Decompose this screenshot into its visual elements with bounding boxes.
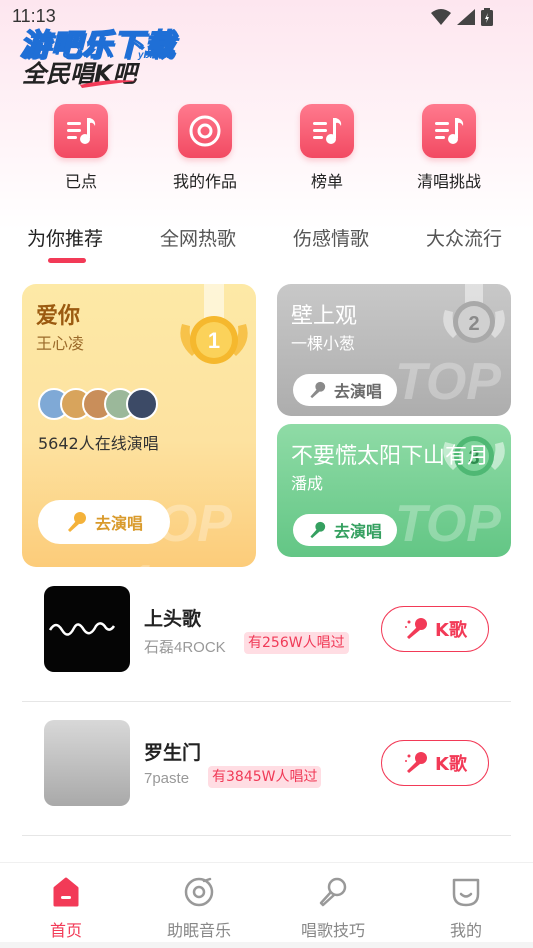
title-swoosh-decoration — [80, 80, 136, 88]
tab-recommended[interactable]: 为你推荐 — [27, 224, 103, 251]
microphone-icon — [273, 875, 393, 909]
tab-sad-songs[interactable]: 伤感情歌 — [293, 224, 369, 251]
microphone-icon — [310, 381, 326, 399]
song-title: 罗生门 — [144, 742, 202, 764]
song-artist: 7paste — [144, 770, 190, 787]
karaoke-button[interactable]: K歌 — [381, 740, 489, 786]
active-tab-indicator — [48, 258, 86, 263]
sing-now-button[interactable]: 去演唱 — [293, 514, 397, 546]
quick-action-label: 榜单 — [310, 172, 343, 191]
home-icon — [6, 875, 126, 909]
microphone-icon — [405, 618, 428, 639]
record-disc-icon — [178, 104, 232, 158]
silver-medal-icon: 2 — [443, 284, 505, 343]
song-title: 上头歌 — [144, 608, 202, 630]
nav-home[interactable]: 首页 — [6, 875, 126, 941]
battery-icon — [481, 8, 493, 26]
medal-rank: 2 — [468, 313, 479, 335]
category-tabs: 为你推荐 全网热歌 伤感情歌 大众流行 — [0, 218, 533, 268]
sing-now-label: 去演唱 — [333, 522, 382, 541]
profile-icon — [406, 875, 526, 909]
sing-now-button[interactable]: 去演唱 — [293, 374, 397, 406]
nav-label: 首页 — [49, 921, 82, 940]
sing-now-label: 去演唱 — [333, 382, 382, 401]
gold-medal-icon: 1 — [180, 284, 248, 364]
tab-hot-songs[interactable]: 全网热歌 — [160, 224, 236, 251]
top1-song-card[interactable]: TOP 1 1 爱你 王心凌 5642人在线演唱 去演唱 — [22, 284, 256, 567]
microphone-icon — [67, 512, 86, 532]
karaoke-button[interactable]: K歌 — [381, 606, 489, 652]
nav-profile[interactable]: 我的 — [406, 875, 526, 941]
signal-icon — [457, 9, 475, 25]
song-list-item[interactable]: 罗生门 7paste 有3845W人唱过 K歌 — [22, 702, 511, 836]
quick-action-my-works[interactable]: 我的作品 — [150, 104, 260, 192]
card-song-artist: 潘成 — [291, 474, 324, 493]
card-song-title: 不要慌太阳下山有月 — [291, 444, 490, 469]
music-list-icon — [54, 104, 108, 158]
quick-action-queued[interactable]: 已点 — [26, 104, 136, 192]
nav-singing-tips[interactable]: 唱歌技巧 — [273, 875, 393, 941]
song-cover-image — [44, 586, 130, 672]
nav-label: 唱歌技巧 — [300, 921, 365, 940]
quick-action-label: 清唱挑战 — [416, 172, 481, 191]
microphone-icon — [405, 752, 428, 773]
tab-popular[interactable]: 大众流行 — [426, 224, 502, 251]
status-icons — [431, 8, 493, 26]
quick-action-label: 已点 — [64, 172, 97, 191]
quick-action-label: 我的作品 — [172, 172, 237, 191]
music-list-icon — [300, 104, 354, 158]
sing-now-button[interactable]: 去演唱 — [38, 500, 170, 544]
nav-label: 助眠音乐 — [166, 921, 231, 940]
card-bg-text: TOP 2 — [395, 353, 500, 416]
quick-actions: 已点 我的作品 榜单 清唱挑战 — [0, 104, 533, 196]
card-song-title: 爱你 — [36, 304, 81, 329]
online-singers-avatars — [38, 388, 168, 422]
song-cover-image — [44, 720, 130, 806]
microphone-icon — [310, 521, 326, 539]
card-song-title: 壁上观 — [291, 304, 358, 329]
avatar — [126, 388, 158, 420]
home-indicator-bar — [0, 942, 533, 948]
song-list-item[interactable]: 上头歌 石磊4ROCK 有256W人唱过 K歌 — [22, 568, 511, 702]
card-bg-text: TOP 3 — [395, 495, 500, 557]
music-disc-icon — [139, 875, 259, 909]
medal-rank: 1 — [208, 328, 220, 353]
watermark-url: yb.com — [138, 50, 174, 61]
nav-sleep-music[interactable]: 助眠音乐 — [139, 875, 259, 941]
cover-art — [48, 622, 116, 636]
karaoke-label: K歌 — [435, 620, 467, 641]
sing-now-label: 去演唱 — [94, 514, 143, 533]
bottom-navigation: 首页 助眠音乐 唱歌技巧 我的 — [0, 862, 533, 948]
sang-count-badge: 有256W人唱过 — [244, 632, 349, 654]
top2-song-card[interactable]: TOP 2 2 壁上观 一棵小葱 去演唱 — [277, 284, 511, 416]
top3-song-card[interactable]: TOP 3 3 不要慌太阳下山有月 潘成 去演唱 — [277, 424, 511, 557]
quick-action-charts[interactable]: 榜单 — [272, 104, 382, 192]
music-list-icon — [422, 104, 476, 158]
karaoke-label: K歌 — [435, 754, 467, 775]
online-singers-count: 5642人在线演唱 — [38, 434, 159, 453]
quick-action-acapella-challenge[interactable]: 清唱挑战 — [394, 104, 504, 192]
sang-count-badge: 有3845W人唱过 — [208, 766, 322, 788]
card-song-artist: 一棵小葱 — [291, 334, 356, 353]
card-song-artist: 王心凌 — [36, 334, 85, 353]
song-artist: 石磊4ROCK — [144, 639, 226, 656]
nav-label: 我的 — [449, 921, 482, 940]
wifi-icon — [431, 9, 451, 25]
